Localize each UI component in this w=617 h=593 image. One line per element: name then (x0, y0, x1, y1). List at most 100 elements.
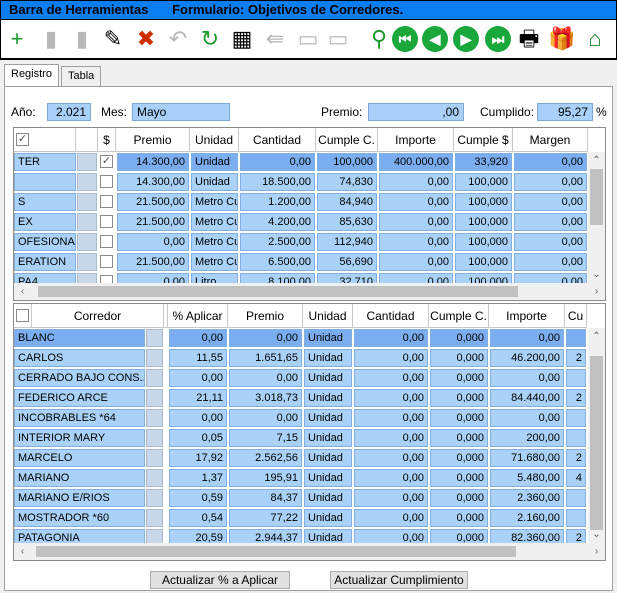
grid1-unidad-cell[interactable]: Metro Cu (191, 233, 238, 251)
grid2-cantidad-cell[interactable]: 0,00 (354, 449, 428, 467)
grid2-cumple_c-cell[interactable]: 0,000 (430, 389, 488, 407)
grid2-aplicar-cell[interactable]: 0,00 (169, 329, 227, 347)
grid2-cu-cell[interactable] (566, 329, 586, 347)
table-row[interactable]: S 21.500,00 Metro Cu 1.200,00 84,940 0,00 100,… (14, 192, 588, 212)
grid2-corredor-cell[interactable]: INCOBRABLES *64 (14, 409, 145, 427)
grid2-aplicar-cell[interactable]: 17,92 (169, 449, 227, 467)
prev-icon[interactable]: ◀ (422, 26, 448, 52)
grid1-cumple_c-cell[interactable]: 74,830 (317, 173, 377, 191)
grid2-aplicar-cell[interactable]: 21,11 (169, 389, 227, 407)
scroll-thumb-horizontal[interactable] (36, 546, 516, 557)
print2-disabled-icon[interactable]: ▭ (324, 24, 352, 54)
anio-field[interactable]: 2.021 (47, 103, 91, 121)
horizontal-scrollbar[interactable]: ‹ › (14, 543, 605, 560)
table-row[interactable]: EX 21.500,00 Metro Cu 4.200,00 85,630 0,00 100… (14, 212, 588, 232)
grid1-cumple_c-cell[interactable]: 100,000 (317, 153, 377, 171)
grid1-header-1[interactable] (76, 128, 98, 152)
grid2-unidad-cell[interactable]: Unidad (304, 449, 352, 467)
grid1-name-cell[interactable]: TER (14, 153, 76, 171)
table-row[interactable]: CARLOS 11,55 1.651,65 Unidad 0,00 0,000 46.200… (14, 348, 588, 368)
save-icon[interactable]: ▮ (37, 24, 65, 54)
grid2-cu-cell[interactable] (566, 409, 586, 427)
grid2-importe-cell[interactable]: 5.480,00 (490, 469, 564, 487)
film-icon[interactable]: ▦ (228, 24, 256, 54)
table-row[interactable]: INTERIOR MARY 0,05 7,15 Unidad 0,00 0,000 200,… (14, 428, 588, 448)
grid1-header-7[interactable]: Importe (378, 128, 454, 152)
grid2-unidad-cell[interactable]: Unidad (304, 369, 352, 387)
scroll-up-icon[interactable]: ⌃ (588, 328, 605, 345)
grid1-header-6[interactable]: Cumple C. (316, 128, 378, 152)
grid2-header-8[interactable]: Importe (489, 304, 565, 328)
grid2-corredor-cell[interactable]: CERRADO BAJO CONS... (14, 369, 145, 387)
grid1-unidad-cell[interactable]: Unidad (191, 173, 238, 191)
scroll-right-icon[interactable]: › (588, 283, 605, 300)
grid1-header-8[interactable]: Cumple $ (454, 128, 513, 152)
grid2-cantidad-cell[interactable]: 0,00 (354, 349, 428, 367)
scroll-thumb[interactable] (590, 356, 603, 530)
grid2-unidad-cell[interactable]: Unidad (304, 429, 352, 447)
grid2-cantidad-cell[interactable]: 0,00 (354, 489, 428, 507)
grid2-premio-cell[interactable]: 1.651,65 (229, 349, 302, 367)
premio-field[interactable]: ,00 (368, 103, 464, 121)
grid2-header-4[interactable]: Premio (228, 304, 303, 328)
back-icon[interactable]: ⇚ (261, 24, 289, 54)
grid1-cumple_s-cell[interactable]: 100,000 (455, 193, 512, 211)
grid1-cumple_c-cell[interactable]: 84,940 (317, 193, 377, 211)
refresh-icon[interactable]: ↻ (196, 24, 224, 54)
grid2-importe-cell[interactable]: 71.680,00 (490, 449, 564, 467)
horizontal-scrollbar[interactable]: ‹ › (14, 283, 605, 300)
grid1-header-2[interactable]: $ (98, 128, 116, 152)
scroll-left-icon[interactable]: ‹ (14, 283, 31, 300)
grid2-cantidad-cell[interactable]: 0,00 (354, 409, 428, 427)
grid1-cumple_s-cell[interactable]: 100,000 (455, 173, 512, 191)
table-row[interactable]: MARCELO 17,92 2.562,56 Unidad 0,00 0,000 71.68… (14, 448, 588, 468)
cumplido-field[interactable]: 95,27 (537, 103, 593, 121)
grid2-cu-cell[interactable] (566, 429, 586, 447)
grid2-header-5[interactable]: Unidad (303, 304, 353, 328)
grid2-header-6[interactable]: Cantidad (353, 304, 429, 328)
grid2-header-1[interactable]: Corredor (32, 304, 164, 328)
row-checkbox[interactable]: ✓ (100, 155, 113, 168)
grid2-header-9[interactable]: Cu (565, 304, 587, 328)
grid1-premio-cell[interactable]: 0,00 (117, 233, 189, 251)
table-row[interactable]: MOSTRADOR *60 0,54 77,22 Unidad 0,00 0,000 2.1… (14, 508, 588, 528)
grid2-premio-cell[interactable]: 77,22 (229, 509, 302, 527)
row-checkbox[interactable] (100, 195, 113, 208)
grid1-importe-cell[interactable]: 0,00 (379, 233, 453, 251)
add-icon[interactable]: + (3, 24, 31, 54)
grid1-cumple_s-cell[interactable]: 100,000 (455, 213, 512, 231)
grid2-cantidad-cell[interactable]: 0,00 (354, 509, 428, 527)
grid2-corredor-cell[interactable]: CARLOS (14, 349, 145, 367)
grid2-unidad-cell[interactable]: Unidad (304, 389, 352, 407)
grid2-premio-cell[interactable]: 2.562,56 (229, 449, 302, 467)
grid2-corredor-cell[interactable]: INTERIOR MARY (14, 429, 145, 447)
grid1-unidad-cell[interactable]: Unidad (191, 153, 238, 171)
grid2-cumple_c-cell[interactable]: 0,000 (430, 369, 488, 387)
grid1-cumple_c-cell[interactable]: 56,690 (317, 253, 377, 271)
grid2-cu-cell[interactable]: 4 (566, 469, 586, 487)
grid2-corredor-cell[interactable]: BLANC (14, 329, 145, 347)
grid2-corredor-cell[interactable]: MARIANO (14, 469, 145, 487)
grid2-premio-cell[interactable]: 0,00 (229, 409, 302, 427)
grid2-cantidad-cell[interactable]: 0,00 (354, 429, 428, 447)
grid2-unidad-cell[interactable]: Unidad (304, 329, 352, 347)
grid2-header-0[interactable] (14, 304, 32, 328)
grid1-cantidad-cell[interactable]: 4.200,00 (240, 213, 315, 231)
table-row[interactable]: TER ✓ 14.300,00 Unidad 0,00 100,000 400.000,00… (14, 152, 588, 172)
last-icon[interactable]: ⏭ (485, 26, 511, 52)
grid2-cantidad-cell[interactable]: 0,00 (354, 369, 428, 387)
grid2-cumple_c-cell[interactable]: 0,000 (430, 449, 488, 467)
grid2-cantidad-cell[interactable]: 0,00 (354, 329, 428, 347)
grid1-importe-cell[interactable]: 0,00 (379, 253, 453, 271)
grid2-importe-cell[interactable]: 84.440,00 (490, 389, 564, 407)
first-icon[interactable]: ⏮ (392, 26, 418, 52)
grid1-premio-cell[interactable]: 21.500,00 (117, 213, 189, 231)
row-checkbox[interactable] (100, 235, 113, 248)
grid2-header-3[interactable]: % Aplicar (168, 304, 228, 328)
table-row[interactable]: MARIANO E/RIOS 0,59 84,37 Unidad 0,00 0,000 2.… (14, 488, 588, 508)
grid2-cumple_c-cell[interactable]: 0,000 (430, 349, 488, 367)
grid1-importe-cell[interactable]: 0,00 (379, 193, 453, 211)
grid1-importe-cell[interactable]: 0,00 (379, 173, 453, 191)
grid2-premio-cell[interactable]: 84,37 (229, 489, 302, 507)
save-as-icon[interactable]: ▮ (68, 24, 96, 54)
